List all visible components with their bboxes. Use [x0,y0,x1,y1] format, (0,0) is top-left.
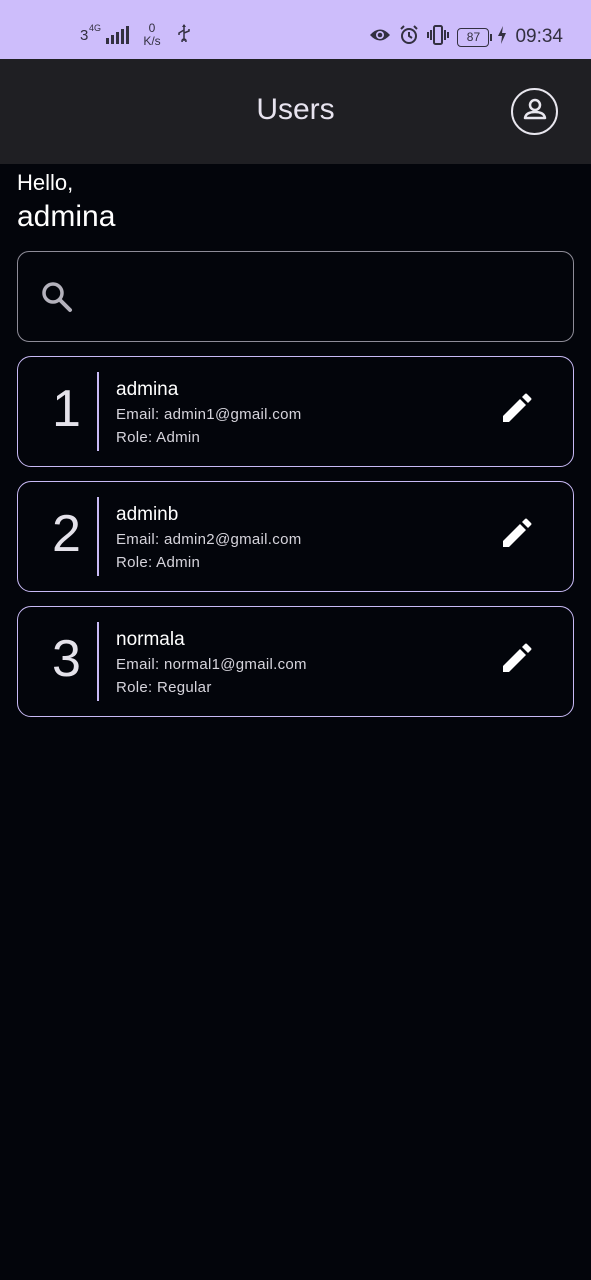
app-bar: Users [0,59,591,164]
alarm-icon [399,24,419,50]
network-indicator: 3 4G [80,23,101,44]
search-icon [40,280,74,319]
edit-user-button[interactable] [496,391,536,431]
battery-icon: 87 [457,27,493,47]
status-left: 3 4G 0 K/s [80,22,191,48]
clock: 09:34 [515,26,563,47]
account-button[interactable] [511,88,558,135]
speed-unit: K/s [143,34,161,48]
vibrate-icon [427,24,450,50]
user-role: Role: Admin [116,429,201,446]
charging-icon [497,25,507,49]
greeting-text: Hello, [17,170,74,195]
network-type-label: 4G [89,22,102,33]
user-card[interactable]: 3 normala Email: normal1@gmail.com Role:… [17,606,574,717]
status-bar: 3 4G 0 K/s 87 09:34 [0,0,591,59]
card-divider [97,372,99,451]
user-email: Email: admin1@gmail.com [116,406,302,423]
status-right: 87 09:34 [369,22,563,52]
card-divider [97,622,99,701]
user-role: Role: Regular [116,679,212,696]
network-label: 3 [80,26,89,44]
pencil-icon [500,393,532,430]
user-index: 1 [52,380,81,438]
user-email: Email: admin2@gmail.com [116,531,302,548]
network-speed: 0 K/s [143,22,160,48]
user-name: normala [116,629,185,650]
user-name: adminb [116,504,179,525]
pencil-icon [500,518,532,555]
search-input[interactable] [94,272,554,322]
card-divider [97,497,99,576]
user-name: admina [116,379,179,400]
edit-user-button[interactable] [496,641,536,681]
eye-icon [369,27,391,48]
user-card[interactable]: 2 adminb Email: admin2@gmail.com Role: A… [17,481,574,592]
usb-icon [177,23,191,47]
signal-icon [106,26,130,44]
user-index: 3 [52,630,81,688]
edit-user-button[interactable] [496,516,536,556]
user-index: 2 [52,505,81,563]
user-card[interactable]: 1 admina Email: admin1@gmail.com Role: A… [17,356,574,467]
page-title: Users [256,93,335,126]
user-role: Role: Admin [116,554,201,571]
account-circle-icon [520,94,550,129]
greeting-username: admina [17,200,116,233]
pencil-icon [500,643,532,680]
user-email: Email: normal1@gmail.com [116,656,307,673]
search-box[interactable] [17,251,574,342]
battery-level: 87 [466,29,481,44]
